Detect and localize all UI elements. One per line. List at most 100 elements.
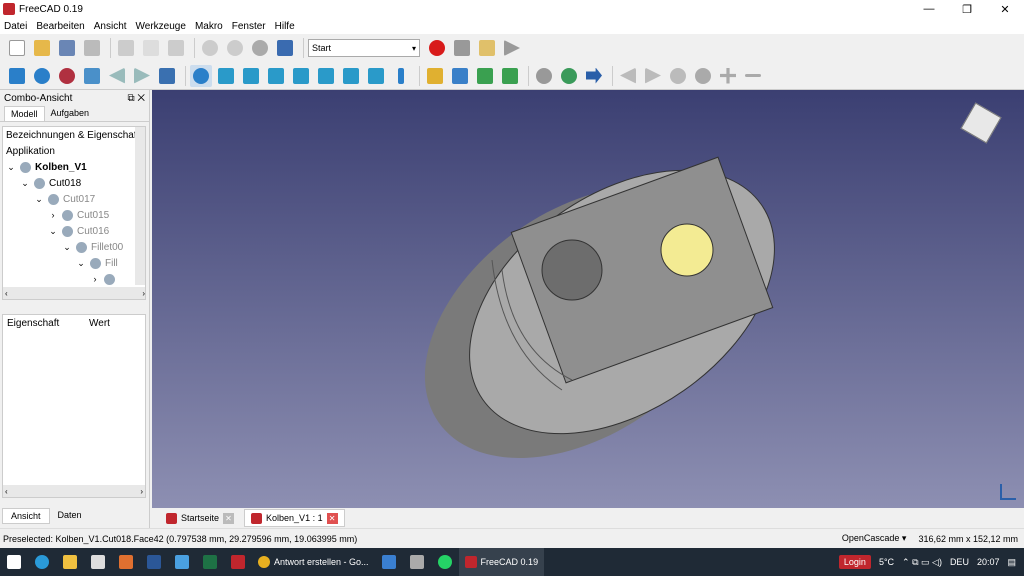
- menu-makro[interactable]: Makro: [195, 21, 223, 32]
- fit-all-button[interactable]: [6, 65, 28, 87]
- tree-item[interactable]: Applikation: [3, 143, 145, 159]
- menu-ansicht[interactable]: Ansicht: [94, 21, 127, 32]
- language-indicator[interactable]: DEU: [950, 557, 969, 567]
- tree-item[interactable]: ⌄ Cut016: [3, 223, 145, 239]
- close-button[interactable]: ✕: [986, 0, 1024, 18]
- doc-tab-startseite[interactable]: Startseite ✕: [160, 509, 240, 527]
- part-button[interactable]: [424, 65, 446, 87]
- weather-temp[interactable]: 5°C: [879, 557, 894, 567]
- new-button[interactable]: [6, 37, 28, 59]
- forward-button[interactable]: [131, 65, 153, 87]
- bounding-box-button[interactable]: [81, 65, 103, 87]
- right-view-button[interactable]: [290, 65, 312, 87]
- login-button[interactable]: Login: [838, 555, 871, 569]
- refresh-button[interactable]: [249, 37, 271, 59]
- close-icon[interactable]: ✕: [326, 512, 338, 524]
- menu-werkzeuge[interactable]: Werkzeuge: [136, 21, 186, 32]
- nav-back-button[interactable]: [617, 65, 639, 87]
- top-view-button[interactable]: [265, 65, 287, 87]
- zoom-out-button[interactable]: [742, 65, 764, 87]
- menu-hilfe[interactable]: Hilfe: [275, 21, 295, 32]
- tab-daten[interactable]: Daten: [50, 508, 90, 524]
- left-view-button[interactable]: [365, 65, 387, 87]
- expand-icon[interactable]: ⌄: [34, 194, 44, 205]
- open-button[interactable]: [31, 37, 53, 59]
- tree-item[interactable]: ⌄ Cut017: [3, 191, 145, 207]
- paste-button[interactable]: [165, 37, 187, 59]
- expand-icon[interactable]: ›: [48, 210, 58, 220]
- tray-icons[interactable]: ⌃ ⧉ ▭ ◁): [902, 557, 942, 568]
- float-icon[interactable]: ⧉ ✕: [127, 93, 145, 104]
- group-button[interactable]: [449, 65, 471, 87]
- go-button[interactable]: [583, 65, 605, 87]
- close-icon[interactable]: ✕: [223, 512, 235, 524]
- tree-item[interactable]: ⌄ Fill: [3, 255, 145, 271]
- print-button[interactable]: [81, 37, 103, 59]
- word-button[interactable]: [140, 548, 168, 576]
- clock[interactable]: 20:07: [977, 557, 1000, 567]
- media-button[interactable]: [112, 548, 140, 576]
- tab-ansicht[interactable]: Ansicht: [2, 508, 50, 524]
- save-button[interactable]: [56, 37, 78, 59]
- maximize-button[interactable]: ❐: [948, 0, 986, 18]
- undo-button[interactable]: [199, 37, 221, 59]
- store-button[interactable]: [84, 548, 112, 576]
- rear-view-button[interactable]: [315, 65, 337, 87]
- redo-button[interactable]: [224, 37, 246, 59]
- cut-button[interactable]: [115, 37, 137, 59]
- menu-fenster[interactable]: Fenster: [232, 21, 266, 32]
- record-macro-button[interactable]: [426, 37, 448, 59]
- draw-style-button[interactable]: [56, 65, 78, 87]
- url-button[interactable]: [533, 65, 555, 87]
- zoom-button[interactable]: [190, 64, 212, 87]
- expand-icon[interactable]: ›: [90, 274, 100, 284]
- stop-macro-button[interactable]: [451, 37, 473, 59]
- back-button[interactable]: [106, 65, 128, 87]
- notification-icon[interactable]: ▤: [1007, 557, 1016, 568]
- minimize-button[interactable]: —: [910, 0, 948, 18]
- zoom-in-button[interactable]: [717, 65, 739, 87]
- workbench-select[interactable]: Start ▾: [308, 39, 420, 57]
- menu-bearbeiten[interactable]: Bearbeiten: [36, 21, 84, 32]
- tree-horizontal-scrollbar[interactable]: ‹ ›: [3, 287, 145, 299]
- reload-button[interactable]: [667, 65, 689, 87]
- nav-cube[interactable]: [956, 98, 1006, 148]
- model-tree[interactable]: Bezeichnungen & Eigenschaft Applikation ⌄…: [2, 126, 146, 300]
- measure-button[interactable]: [390, 65, 412, 87]
- tab-modell[interactable]: Modell: [4, 106, 45, 121]
- tree-item[interactable]: ⌄ Kolben_V1: [3, 159, 145, 175]
- whatsapp-button[interactable]: [431, 548, 459, 576]
- iso-view-button[interactable]: [215, 65, 237, 87]
- app-button[interactable]: [168, 548, 196, 576]
- start-button[interactable]: [0, 548, 28, 576]
- whatsthis-button[interactable]: [274, 37, 296, 59]
- explorer-button[interactable]: [56, 548, 84, 576]
- std-view-button[interactable]: [156, 65, 178, 87]
- taskbar-freecad[interactable]: FreeCAD 0.19: [458, 548, 545, 576]
- taskbar-chrome[interactable]: Antwort erstellen - Go...: [252, 548, 375, 576]
- pdf-button[interactable]: [224, 548, 252, 576]
- expand-icon[interactable]: ⌄: [20, 178, 30, 189]
- tree-item[interactable]: › Cut015: [3, 207, 145, 223]
- tab-aufgaben[interactable]: Aufgaben: [45, 106, 96, 121]
- tree-item[interactable]: ⌄ Cut018: [3, 175, 145, 191]
- 3d-viewport[interactable]: [152, 90, 1024, 508]
- expand-icon[interactable]: ⌄: [76, 258, 86, 269]
- menu-datei[interactable]: Datei: [4, 21, 27, 32]
- expand-icon[interactable]: ⌄: [62, 242, 72, 253]
- app2-button[interactable]: [403, 548, 431, 576]
- front-view-button[interactable]: [240, 65, 262, 87]
- bottom-view-button[interactable]: [340, 65, 362, 87]
- tree-vertical-scrollbar[interactable]: [135, 127, 145, 285]
- mail-button[interactable]: [375, 548, 403, 576]
- link-button[interactable]: [474, 65, 496, 87]
- expand-icon[interactable]: ⌄: [6, 162, 16, 173]
- doc-tab-kolben[interactable]: Kolben_V1 : 1 ✕: [244, 509, 345, 527]
- 3d-model[interactable]: [152, 90, 1024, 508]
- fit-selection-button[interactable]: [31, 65, 53, 87]
- expand-icon[interactable]: ⌄: [48, 226, 58, 237]
- tree-item[interactable]: ›: [3, 271, 145, 287]
- copy-button[interactable]: [140, 37, 162, 59]
- run-macro-button[interactable]: [501, 37, 523, 59]
- navigation-style[interactable]: OpenCascade ▾: [842, 533, 907, 544]
